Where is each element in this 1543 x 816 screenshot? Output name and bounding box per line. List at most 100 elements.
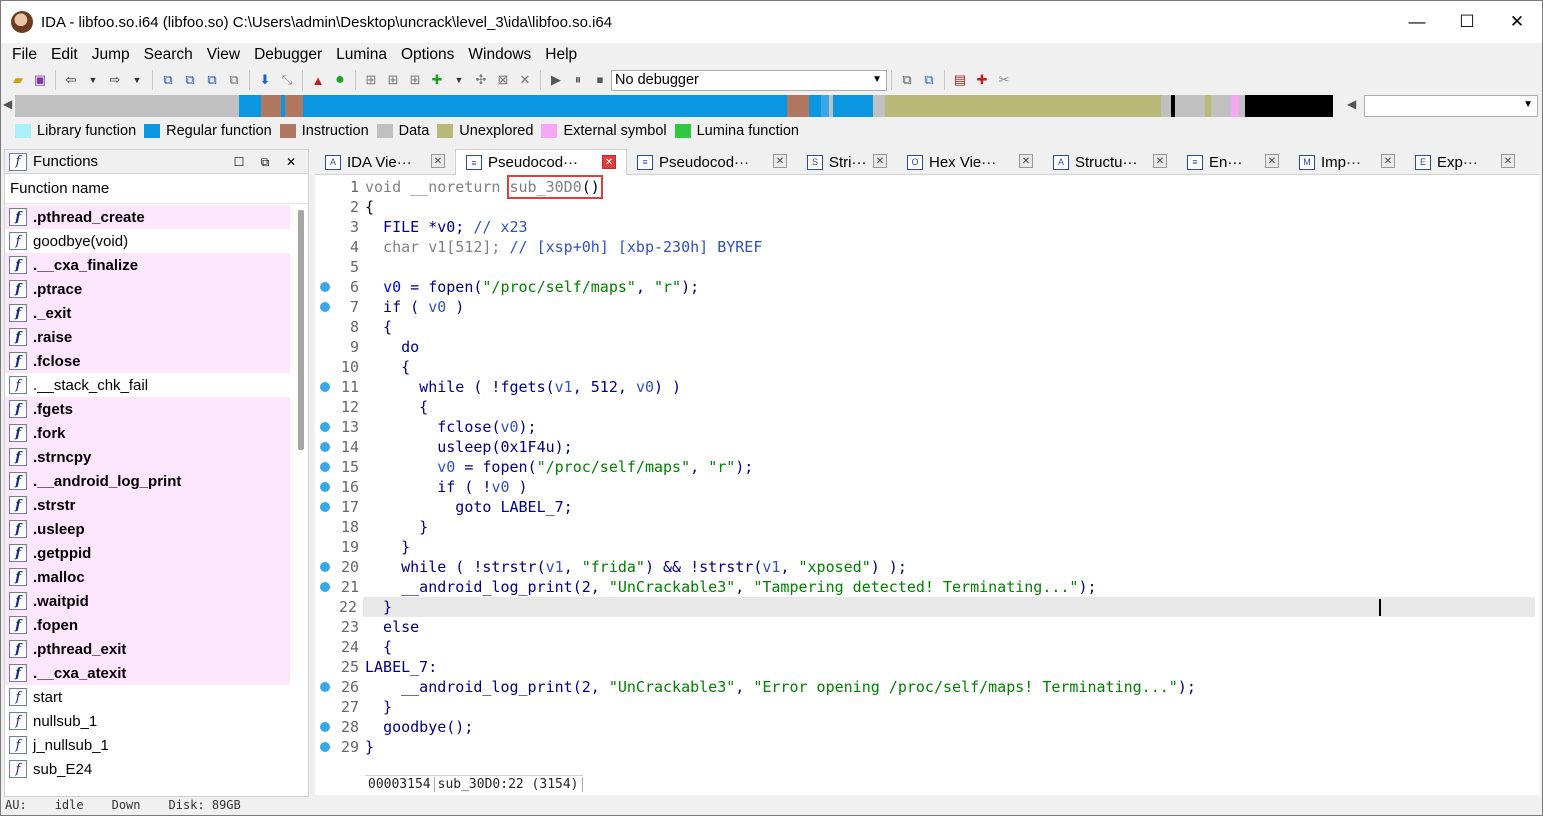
start-debug-icon[interactable]: ▶ — [546, 70, 566, 90]
code-function-call[interactable]: fgets — [500, 378, 545, 396]
function-tail-icon[interactable]: ⊞ — [405, 70, 425, 90]
create-function-icon[interactable]: ⊞ — [361, 70, 381, 90]
code-function-call[interactable]: fclose — [437, 418, 491, 436]
close-icon[interactable]: ✕ — [1381, 154, 1395, 168]
code-variable[interactable]: v0 — [437, 458, 455, 476]
function-name-highlighted[interactable]: sub_30D0 — [510, 178, 582, 196]
pseudocode-view[interactable]: void __noreturn sub_30D0() 1 {2 FILE *v0;… — [315, 175, 1540, 795]
green-circle-icon[interactable]: ● — [330, 70, 350, 90]
debugger-options-icon[interactable]: ⧉ — [897, 70, 917, 90]
tab-view-2[interactable]: ≡ Pseudocod··· ✕ — [627, 149, 797, 175]
code-variable[interactable]: v0 — [500, 418, 518, 436]
add-breakpoint-icon[interactable]: ✚ — [972, 70, 992, 90]
function-list-item[interactable]: f j_nullsub_1 — [5, 733, 290, 757]
function-list-item[interactable]: f .__stack_chk_fail — [5, 373, 290, 397]
code-function-call[interactable]: strstr — [482, 558, 536, 576]
nav-scroll-left-icon[interactable]: ◀ — [3, 97, 12, 111]
function-list-item[interactable]: f goodbye(void) — [5, 229, 290, 253]
tab-view-4[interactable]: O Hex Vie··· ✕ — [897, 149, 1043, 175]
code-variable[interactable]: v0 — [428, 298, 446, 316]
graph-view-icon[interactable]: ▲ — [308, 70, 328, 90]
tab-view-8[interactable]: E Exp··· ✕ — [1405, 149, 1525, 175]
code-function-call[interactable]: __android_log_print — [401, 678, 573, 696]
tab-view-5[interactable]: A Structu··· ✕ — [1043, 149, 1177, 175]
undefine-icon[interactable]: ✕ — [515, 70, 535, 90]
menu-lumina[interactable]: Lumina — [329, 46, 394, 64]
breakpoint-dot-icon[interactable] — [320, 682, 330, 692]
function-list-item[interactable]: f sub_E24 — [5, 757, 290, 781]
breakpoint-dot-icon[interactable] — [320, 582, 330, 592]
function-list-item[interactable]: f .pthread_create — [5, 205, 290, 229]
close-icon[interactable]: ✕ — [1019, 154, 1033, 168]
code-function-call[interactable]: goodbye — [383, 718, 446, 736]
close-icon[interactable]: ✕ — [431, 154, 445, 168]
search-binary-icon[interactable]: ⧉ — [158, 70, 178, 90]
function-list-item[interactable]: f .strstr — [5, 493, 290, 517]
panel-maximize-icon[interactable]: ☐ — [226, 152, 252, 172]
cross-ref-icon[interactable]: ⤡ — [277, 70, 297, 90]
breakpoint-dot-icon[interactable] — [320, 482, 330, 492]
search-next-icon[interactable]: ⧉ — [224, 70, 244, 90]
save-icon[interactable]: ▣ — [30, 70, 50, 90]
nav-scroll-right-icon[interactable]: ◀ — [1347, 97, 1356, 111]
function-list-item[interactable]: f .raise — [5, 325, 290, 349]
search-immediate-icon[interactable]: ⧉ — [202, 70, 222, 90]
dropdown-arrow-icon[interactable]: ▼ — [83, 70, 103, 90]
list-breakpoints-icon[interactable]: ▤ — [950, 70, 970, 90]
breakpoint-dot-icon[interactable] — [320, 742, 330, 752]
debugger-select[interactable]: No debugger ▼ — [611, 69, 887, 91]
switch-debugger-icon[interactable]: ⧉ — [919, 70, 939, 90]
close-button[interactable]: ✕ — [1492, 1, 1542, 43]
close-icon[interactable]: ✕ — [773, 154, 787, 168]
code-variable[interactable]: v1 — [762, 558, 780, 576]
maximize-button[interactable]: ☐ — [1442, 1, 1492, 43]
menu-edit[interactable]: Edit — [44, 46, 85, 64]
close-icon[interactable]: ✕ — [873, 154, 887, 168]
open-folder-icon[interactable]: ▰ — [8, 70, 28, 90]
breakpoint-dot-icon[interactable] — [320, 462, 330, 472]
breakpoint-dot-icon[interactable] — [320, 282, 330, 292]
panel-float-icon[interactable]: ⧉ — [252, 152, 278, 172]
function-list-item[interactable]: f .fclose — [5, 349, 290, 373]
patch-icon[interactable]: ⊠ — [493, 70, 513, 90]
menu-windows[interactable]: Windows — [461, 46, 538, 64]
forward-icon[interactable]: ⇨ — [105, 70, 125, 90]
tab-view-0[interactable]: A IDA Vie··· ✕ — [315, 149, 455, 175]
code-function-call[interactable]: usleep — [437, 438, 491, 456]
tab-view-1[interactable]: ≡ Pseudocod··· ✕ — [455, 149, 627, 175]
close-icon[interactable]: ✕ — [1153, 154, 1167, 168]
function-list-item[interactable]: f nullsub_1 — [5, 709, 290, 733]
functions-scrollbar[interactable] — [298, 210, 304, 450]
code-variable[interactable]: v0 — [491, 478, 509, 496]
breakpoint-dot-icon[interactable] — [320, 502, 330, 512]
function-list-item[interactable]: f .pthread_exit — [5, 637, 290, 661]
delete-breakpoint-icon[interactable]: ✂ — [994, 70, 1014, 90]
code-label[interactable]: LABEL_7: — [365, 658, 437, 676]
code-function-call[interactable]: strstr — [699, 558, 753, 576]
function-list-item[interactable]: f .__android_log_print — [5, 469, 290, 493]
breakpoint-dot-icon[interactable] — [320, 562, 330, 572]
function-list-item[interactable]: f .__cxa_atexit — [5, 661, 290, 685]
function-list-item[interactable]: f .strncpy — [5, 445, 290, 469]
close-icon[interactable]: ✕ — [1265, 154, 1279, 168]
function-list-item[interactable]: f .getppid — [5, 541, 290, 565]
struct-icon[interactable]: ✣ — [471, 70, 491, 90]
breakpoint-dot-icon[interactable] — [320, 442, 330, 452]
menu-view[interactable]: View — [200, 46, 247, 64]
breakpoint-dot-icon[interactable] — [320, 722, 330, 732]
tab-view-6[interactable]: ≡ En··· ✕ — [1177, 149, 1289, 175]
breakpoint-dot-icon[interactable] — [320, 382, 330, 392]
breakpoint-dot-icon[interactable] — [320, 422, 330, 432]
navigation-band[interactable] — [15, 95, 1355, 117]
function-list-item[interactable]: f .ptrace — [5, 277, 290, 301]
edit-function-icon[interactable]: ⊞ — [383, 70, 403, 90]
back-icon[interactable]: ⇦ — [61, 70, 81, 90]
menu-file[interactable]: File — [5, 46, 44, 64]
jump-down-icon[interactable]: ⬇ — [255, 70, 275, 90]
function-list-item[interactable]: f ._exit — [5, 301, 290, 325]
function-list-item[interactable]: f start — [5, 685, 290, 709]
dropdown-arrow-icon[interactable]: ▼ — [449, 70, 469, 90]
pseudocode-text[interactable]: void __noreturn sub_30D0() 1 {2 FILE *v0;… — [320, 175, 1535, 757]
pause-icon[interactable]: ⏸ — [568, 70, 588, 90]
function-list-item[interactable]: f .fork — [5, 421, 290, 445]
